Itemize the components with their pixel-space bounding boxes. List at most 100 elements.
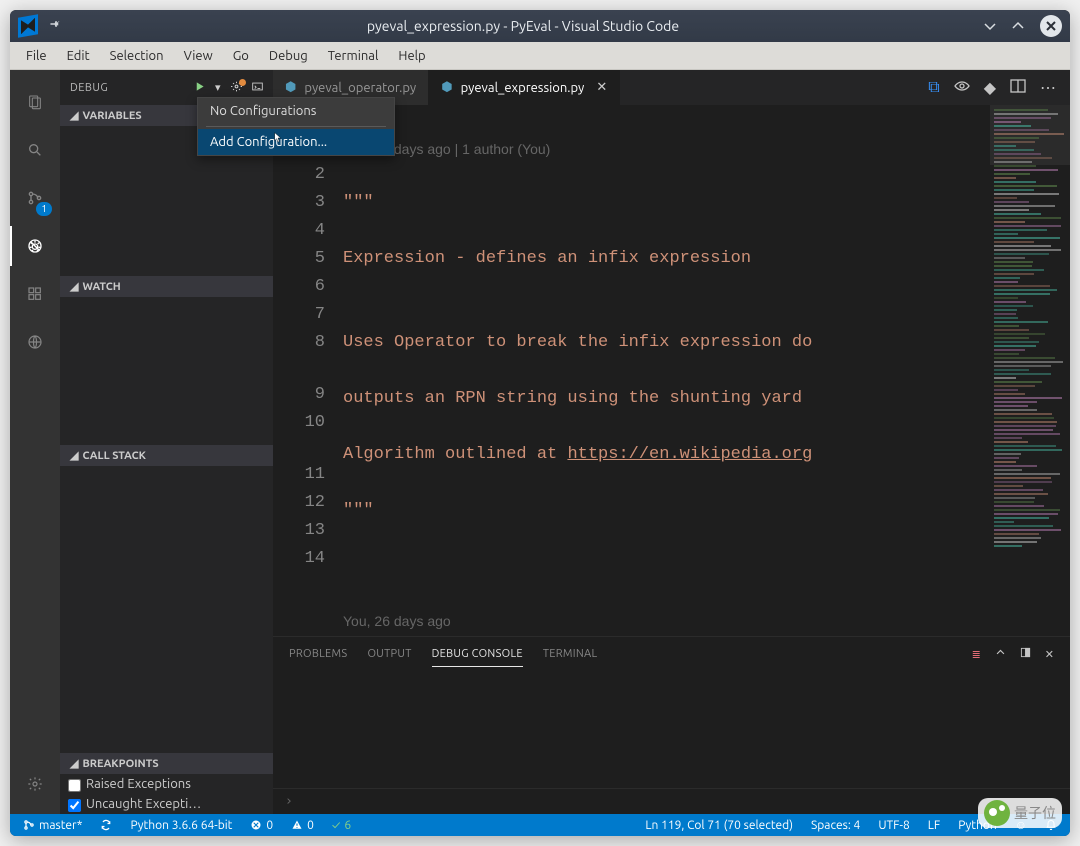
- callstack-section[interactable]: ◢ CALL STACK: [60, 445, 273, 466]
- breakpoint-uncaught[interactable]: Uncaught Excepti…: [60, 794, 273, 814]
- config-dropdown-button[interactable]: ▾: [215, 81, 221, 94]
- chevron-down-icon: ◢: [70, 757, 78, 770]
- activity-bar: 1: [10, 70, 60, 814]
- sync-icon[interactable]: [95, 819, 117, 831]
- dropdown-add-config[interactable]: Add Configuration...: [198, 129, 394, 155]
- dropdown-no-config[interactable]: No Configurations: [198, 98, 394, 124]
- gear-icon[interactable]: [231, 81, 242, 95]
- bp-checkbox[interactable]: [68, 779, 81, 792]
- breakpoints-section[interactable]: ◢ BREAKPOINTS: [60, 753, 273, 774]
- close-panel-icon[interactable]: ✕: [1045, 648, 1054, 661]
- panel-output[interactable]: OUTPUT: [367, 642, 411, 666]
- tab-label: pyeval_operator.py: [304, 81, 416, 95]
- chevron-down-icon: ◢: [70, 109, 78, 122]
- encoding[interactable]: UTF-8: [873, 819, 914, 832]
- branch-label: master*: [39, 819, 82, 832]
- main-area: 1 DEBUG ▾ ◢ VARIABLES: [10, 70, 1070, 814]
- cursor-position[interactable]: Ln 119, Col 71 (70 selected): [640, 819, 798, 832]
- watermark-text: 量子位: [1014, 803, 1056, 823]
- menu-go[interactable]: Go: [223, 45, 259, 67]
- panel-debug-console[interactable]: DEBUG CONSOLE: [432, 642, 523, 667]
- docker-icon[interactable]: [10, 318, 60, 366]
- codelens[interactable]: You, 26 days ago: [343, 609, 990, 633]
- watch-label: WATCH: [82, 281, 120, 293]
- watermark-icon: [984, 800, 1010, 826]
- debug-sidebar: DEBUG ▾ ◢ VARIABLES ◢ WATCH ◢ CALL: [60, 70, 273, 814]
- code-line: """: [343, 501, 374, 520]
- status-bar: master* Python 3.6.6 64-bit 0 0 ✓ 6 Ln 1…: [10, 814, 1070, 836]
- close-tab-icon[interactable]: ✕: [596, 80, 607, 95]
- bp-label: Raised Exceptions: [86, 777, 191, 791]
- git-branch[interactable]: master*: [18, 819, 87, 832]
- source-control-icon[interactable]: 1: [10, 174, 60, 222]
- code-content[interactable]: You, 15 days ago | 1 author (You) """ Ex…: [343, 105, 990, 636]
- menu-view[interactable]: View: [174, 45, 223, 67]
- code-line: outputs an RPN string using the shunting…: [343, 389, 812, 408]
- debug-console-input[interactable]: ›: [273, 788, 1070, 814]
- bp-checkbox[interactable]: [68, 799, 81, 812]
- eol[interactable]: LF: [923, 819, 945, 832]
- pin-icon[interactable]: [46, 16, 62, 36]
- python-interpreter[interactable]: Python 3.6.6 64-bit: [125, 819, 237, 832]
- tab-expression[interactable]: ⬢ pyeval_expression.py ✕: [429, 70, 620, 105]
- config-dropdown: No Configurations Add Configuration...: [197, 97, 395, 156]
- sidebar-title: DEBUG: [70, 82, 194, 94]
- code-editor[interactable]: 12345678 910 11121314 You, 15 days ago |…: [273, 105, 1070, 636]
- watermark: 量子位: [978, 798, 1062, 828]
- minimize-button[interactable]: [976, 12, 1004, 40]
- more-icon[interactable]: ⋯: [1040, 78, 1056, 97]
- diff-icon[interactable]: ◆: [984, 78, 996, 97]
- window-title: pyeval_expression.py - PyEval - Visual S…: [70, 18, 976, 34]
- debug-console-icon[interactable]: [252, 81, 263, 95]
- clear-icon[interactable]: ≣: [972, 648, 981, 661]
- settings-icon[interactable]: [10, 760, 60, 808]
- breakpoint-raised[interactable]: Raised Exceptions: [60, 774, 273, 794]
- line-gutter: 12345678 910 11121314: [273, 105, 343, 636]
- eye-icon[interactable]: [954, 78, 970, 98]
- maximize-panel-icon[interactable]: [1020, 647, 1031, 661]
- minimap-lines: [994, 109, 1066, 632]
- code-line: Uses Operator to break the infix express…: [343, 333, 812, 352]
- menu-selection[interactable]: Selection: [100, 45, 174, 67]
- maximize-button[interactable]: [1004, 12, 1032, 40]
- panel-terminal[interactable]: TERMINAL: [543, 642, 598, 666]
- python-icon: ⬢: [285, 80, 296, 95]
- panel-body[interactable]: [273, 671, 1070, 788]
- menu-help[interactable]: Help: [388, 45, 435, 67]
- errors[interactable]: 0: [245, 819, 278, 832]
- check-count: 6: [344, 819, 351, 832]
- compare-icon[interactable]: ⧉: [928, 78, 939, 97]
- search-icon[interactable]: [10, 126, 60, 174]
- explorer-icon[interactable]: [10, 78, 60, 126]
- collapse-icon[interactable]: [995, 647, 1006, 661]
- tab-label: pyeval_expression.py: [461, 81, 585, 95]
- warnings[interactable]: 0: [286, 819, 319, 832]
- codelens[interactable]: You, 15 days ago | 1 author (You): [343, 137, 990, 161]
- panel-tabs: PROBLEMS OUTPUT DEBUG CONSOLE TERMINAL ≣…: [273, 637, 1070, 671]
- tab-actions: ⧉ ◆ ⋯: [914, 70, 1070, 105]
- checks[interactable]: ✓ 6: [327, 819, 356, 832]
- titlebar: pyeval_expression.py - PyEval - Visual S…: [10, 10, 1070, 42]
- split-icon[interactable]: [1010, 78, 1026, 98]
- menubar: File Edit Selection View Go Debug Termin…: [10, 42, 1070, 70]
- vscode-window: pyeval_expression.py - PyEval - Visual S…: [10, 10, 1070, 836]
- menu-terminal[interactable]: Terminal: [318, 45, 389, 67]
- callstack-label: CALL STACK: [82, 450, 145, 462]
- editor-group: ⬢ pyeval_operator.py ⬢ pyeval_expression…: [273, 70, 1070, 814]
- menu-file[interactable]: File: [16, 45, 57, 67]
- close-button[interactable]: [1040, 15, 1062, 37]
- code-link[interactable]: https://en.wikipedia.org: [567, 445, 812, 464]
- panel-problems[interactable]: PROBLEMS: [289, 642, 347, 666]
- indent[interactable]: Spaces: 4: [806, 819, 865, 832]
- dropdown-separator: [206, 126, 386, 127]
- code-line: Algorithm outlined at: [343, 445, 567, 464]
- debug-icon[interactable]: [10, 222, 60, 270]
- watch-section[interactable]: ◢ WATCH: [60, 276, 273, 297]
- menu-debug[interactable]: Debug: [259, 45, 318, 67]
- minimap[interactable]: [990, 105, 1070, 636]
- code-line: Expression - defines an infix expression: [343, 249, 751, 268]
- extensions-icon[interactable]: [10, 270, 60, 318]
- bottom-panel: PROBLEMS OUTPUT DEBUG CONSOLE TERMINAL ≣…: [273, 636, 1070, 814]
- menu-edit[interactable]: Edit: [57, 45, 100, 67]
- start-debug-button[interactable]: [194, 81, 205, 95]
